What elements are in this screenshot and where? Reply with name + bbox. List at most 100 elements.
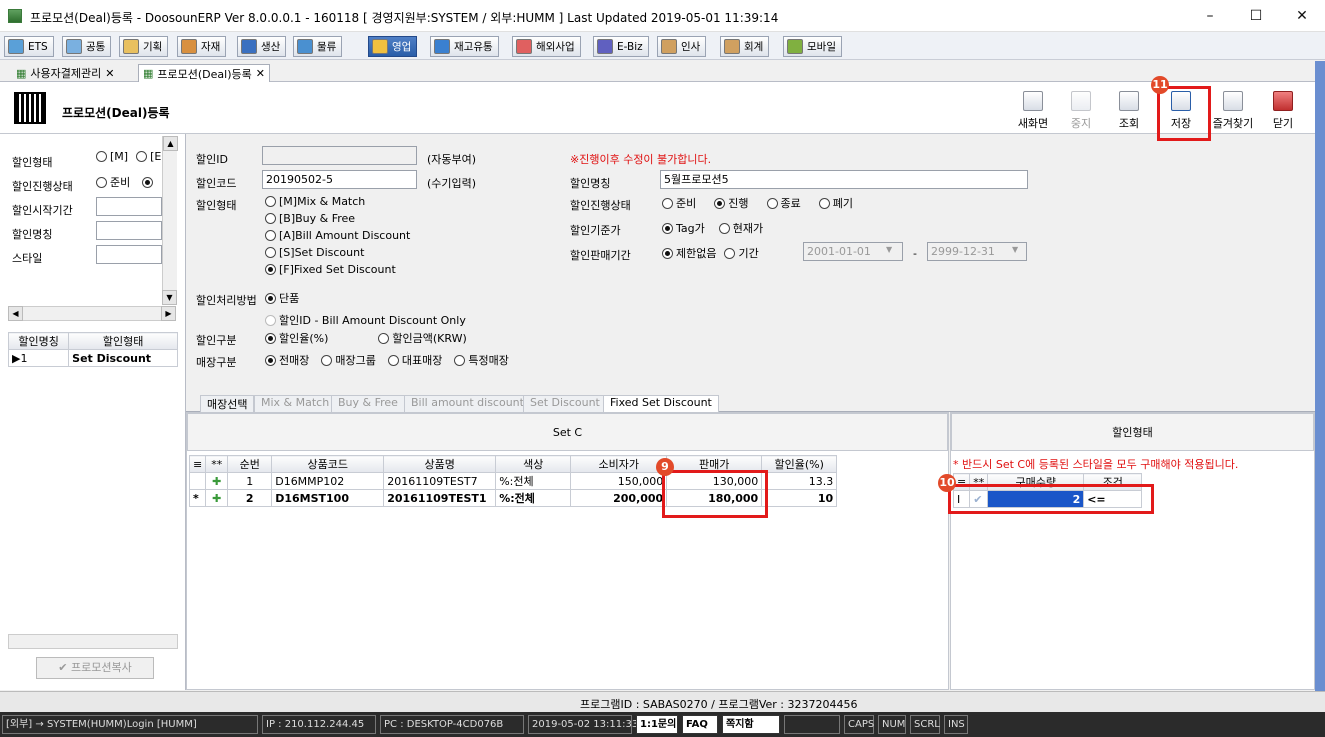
tab-user-payment[interactable]: ▦ 사용자결제관리 ✕ bbox=[12, 64, 118, 82]
left-grid-hscroll[interactable] bbox=[8, 634, 178, 649]
scroll-down-icon[interactable]: ▼ bbox=[162, 290, 177, 305]
discount-type-group: [M]Mix & Match [B]Buy & Free [A]Bill Amo… bbox=[265, 195, 410, 276]
messages-button[interactable]: 쪽지함 bbox=[722, 715, 780, 734]
status-radio-end[interactable]: 종료 bbox=[766, 195, 801, 211]
store-radio-rep[interactable]: 대표매장 bbox=[387, 352, 442, 368]
tab-promotion-deal[interactable]: ▦ 프로모션(Deal)등록 ✕ bbox=[138, 64, 270, 82]
search-icon bbox=[1119, 91, 1139, 111]
menu-logistics[interactable]: 물류 bbox=[293, 36, 343, 57]
proc-radio-single[interactable]: 단품 bbox=[265, 290, 466, 306]
tab-mix-match[interactable]: Mix & Match bbox=[254, 395, 337, 412]
status-radio-discard[interactable]: 폐기 bbox=[818, 195, 853, 211]
tab-set-discount[interactable]: Set Discount bbox=[523, 395, 607, 412]
inquiry-button[interactable]: 1:1문의 bbox=[636, 715, 678, 734]
period-radio-range[interactable]: 기간 bbox=[724, 245, 759, 261]
menu-inventory[interactable]: 재고유통 bbox=[430, 36, 499, 57]
menu-overseas[interactable]: 해외사업 bbox=[512, 36, 581, 57]
menu-common[interactable]: 공통 bbox=[62, 36, 112, 57]
base-radio-tag[interactable]: Tag가 bbox=[662, 220, 705, 236]
store-radio-group[interactable]: 매장그룹 bbox=[321, 352, 376, 368]
sale-price-highlight bbox=[662, 470, 768, 518]
menu-planning[interactable]: 기획 bbox=[119, 36, 169, 57]
close-tab-icon[interactable]: ✕ bbox=[105, 67, 114, 80]
type-radio-fixed[interactable]: [F]Fixed Set Discount bbox=[265, 263, 410, 276]
menu-ets[interactable]: ETS bbox=[4, 36, 54, 57]
left-label-start: 할인시작기간 bbox=[12, 204, 73, 217]
left-search-pane: 할인형태 [M] [E 할인진행상태 준비 할인시작기간 할인명칭 스타일 ▲ … bbox=[0, 134, 186, 690]
add-row-icon[interactable]: ✚ bbox=[205, 489, 229, 507]
maximize-icon[interactable]: ☐ bbox=[1233, 0, 1279, 32]
label-discount-status: 할인진행상태 bbox=[570, 199, 631, 212]
left-name-input[interactable] bbox=[96, 221, 162, 240]
left-type-radio-m[interactable]: [M] bbox=[96, 150, 128, 163]
menu-ebiz[interactable]: E-Biz bbox=[593, 36, 649, 57]
production-icon bbox=[241, 39, 257, 54]
sales-icon bbox=[372, 39, 388, 54]
set-c-notice: * 반드시 Set C에 등록된 스타일을 모두 구매해야 적용됩니다. bbox=[953, 458, 1239, 471]
status-radio-progress[interactable]: 진행 bbox=[714, 195, 749, 211]
close-icon[interactable]: ✕ bbox=[1279, 0, 1325, 32]
discount-name-input[interactable]: 5월프로모션5 bbox=[660, 170, 1028, 189]
tab-bill-amount[interactable]: Bill amount discount bbox=[404, 395, 531, 412]
left-type-radio-e[interactable]: [E bbox=[136, 150, 161, 163]
menu-production[interactable]: 생산 bbox=[237, 36, 287, 57]
faq-button[interactable]: FAQ bbox=[682, 715, 718, 734]
add-row-icon[interactable]: ✚ bbox=[205, 472, 229, 490]
copy-promotion-button[interactable]: ✔ 프로모션복사 bbox=[36, 657, 154, 679]
tab-store-select[interactable]: 매장선택 bbox=[200, 395, 255, 412]
set-c-panel: Set C ≡ ** 순번 상품코드 상품명 색상 소비자가 판매가 할인율(%… bbox=[186, 412, 949, 690]
close-tab-icon[interactable]: ✕ bbox=[256, 67, 265, 80]
left-status-radio-ready[interactable]: 준비 bbox=[96, 174, 130, 190]
search-button[interactable]: 조회 bbox=[1111, 88, 1147, 132]
label-sale-period: 할인판매기간 bbox=[570, 249, 631, 262]
code-note: (수기입력) bbox=[427, 177, 477, 190]
system-status-bar: [외부] → SYSTEM(HUMM)Login [HUMM] IP : 210… bbox=[0, 712, 1325, 737]
type-radio-set[interactable]: [S]Set Discount bbox=[265, 246, 410, 259]
type-radio-bill[interactable]: [A]Bill Amount Discount bbox=[265, 229, 410, 242]
star-icon bbox=[1223, 91, 1243, 111]
status-radio-ready[interactable]: 준비 bbox=[662, 195, 696, 211]
base-radio-current[interactable]: 현재가 bbox=[718, 220, 763, 236]
proc-radio-bill-only[interactable]: 할인ID - Bill Amount Discount Only bbox=[265, 312, 466, 328]
tab-buy-free[interactable]: Buy & Free bbox=[331, 395, 405, 412]
menu-material[interactable]: 자재 bbox=[177, 36, 227, 57]
close-button[interactable]: 닫기 bbox=[1265, 88, 1301, 132]
menu-hr[interactable]: 인사 bbox=[657, 36, 707, 57]
favorites-button[interactable]: 즐겨찾기 bbox=[1211, 88, 1255, 132]
save-highlight bbox=[1157, 86, 1211, 141]
table-row[interactable]: ▶1 Set Discount bbox=[7, 349, 178, 367]
condition-highlight bbox=[948, 484, 1154, 514]
stop-button[interactable]: 중지 bbox=[1063, 88, 1099, 132]
left-start-input[interactable] bbox=[96, 197, 162, 216]
new-screen-button[interactable]: 새화면 bbox=[1015, 88, 1051, 132]
discount-code-input[interactable]: 20190502-5 bbox=[262, 170, 417, 189]
div-radio-amount[interactable]: 할인금액(KRW) bbox=[378, 330, 467, 346]
tab-fixed-set-discount[interactable]: Fixed Set Discount bbox=[603, 395, 719, 412]
overseas-icon bbox=[516, 39, 532, 54]
left-vscroll[interactable]: ▲ bbox=[162, 136, 178, 301]
app-icon bbox=[8, 9, 22, 23]
left-hscroll[interactable] bbox=[8, 306, 176, 321]
scroll-left-icon[interactable]: ◀ bbox=[8, 306, 23, 321]
store-radio-all[interactable]: 전매장 bbox=[265, 352, 309, 368]
minimize-icon[interactable]: – bbox=[1187, 0, 1233, 32]
chevron-down-icon[interactable]: ▼ bbox=[886, 245, 892, 254]
type-radio-mix[interactable]: [M]Mix & Match bbox=[265, 195, 410, 208]
discount-id-input bbox=[262, 146, 417, 165]
menu-accounting[interactable]: 회계 bbox=[720, 36, 770, 57]
scroll-right-icon[interactable]: ▶ bbox=[161, 306, 176, 321]
div-radio-rate[interactable]: 할인율(%) bbox=[265, 330, 328, 346]
type-radio-buy[interactable]: [B]Buy & Free bbox=[265, 212, 410, 225]
id-note: (자동부여) bbox=[427, 153, 477, 166]
material-icon bbox=[181, 39, 197, 54]
label-discount-id: 할인ID bbox=[196, 153, 228, 166]
label-discount-division: 할인구분 bbox=[196, 334, 237, 347]
menu-sales[interactable]: 영업 bbox=[368, 36, 418, 57]
left-status-radio-progress[interactable] bbox=[142, 174, 154, 190]
left-style-input[interactable] bbox=[96, 245, 162, 264]
store-radio-specific[interactable]: 특정매장 bbox=[454, 352, 509, 368]
menu-mobile[interactable]: 모바일 bbox=[783, 36, 842, 57]
mobile-icon bbox=[787, 39, 803, 54]
period-radio-unlimited[interactable]: 제한없음 bbox=[662, 245, 716, 261]
chevron-down-icon[interactable]: ▼ bbox=[1012, 245, 1018, 254]
